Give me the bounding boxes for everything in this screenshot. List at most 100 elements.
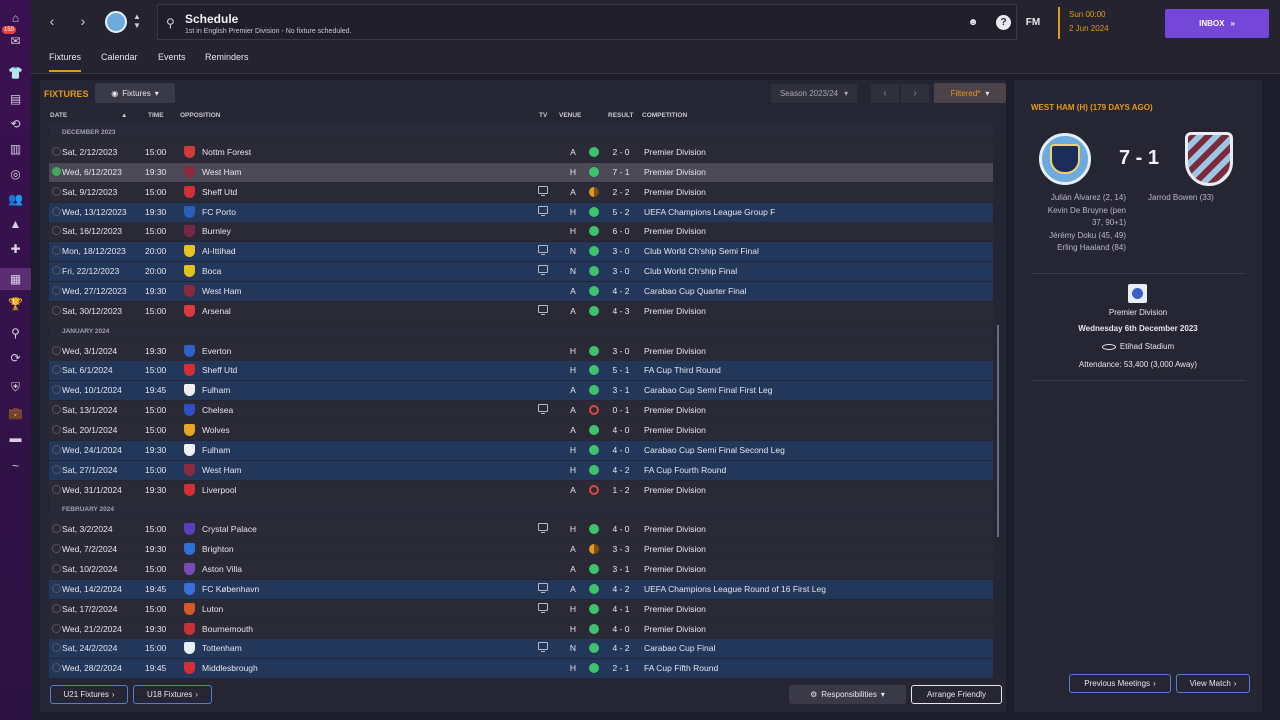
fixture-competition[interactable]: Carabao Cup Semi Final First Leg: [644, 385, 773, 395]
fixture-row[interactable]: Sat, 30/12/2023 15:00 Arsenal A 4 - 3 Premier…: [49, 301, 993, 321]
fixture-competition[interactable]: Premier Division: [644, 226, 706, 236]
fixture-row[interactable]: Wed, 10/1/2024 19:45 Fulham A 3 - 1 Carabao C…: [49, 381, 993, 401]
column-time[interactable]: TIME: [148, 112, 164, 119]
row-select-checkbox[interactable]: [52, 186, 61, 196]
opponent-crest-icon[interactable]: [184, 582, 195, 595]
responsibilities-button[interactable]: ⚙ Responsibilities ▾: [789, 685, 906, 704]
opponent-name[interactable]: West Ham: [202, 167, 242, 177]
away-team-crest[interactable]: [1185, 132, 1233, 186]
title-search-bar[interactable]: ⚲ Schedule 1st in English Premier Divisi…: [157, 4, 1017, 40]
medical-icon[interactable]: ✚: [0, 238, 31, 260]
opponent-crest-icon[interactable]: [184, 245, 195, 258]
row-select-checkbox[interactable]: [52, 623, 61, 633]
opponent-name[interactable]: Arsenal: [202, 306, 231, 316]
next-season-button[interactable]: ›: [901, 84, 929, 103]
fixture-row[interactable]: Sat, 16/12/2023 15:00 Burnley H 6 - 0 Premier…: [49, 222, 993, 242]
fixture-result[interactable]: 3 - 1: [610, 385, 632, 395]
row-select-checkbox[interactable]: [52, 643, 61, 653]
u18-fixtures-button[interactable]: U18 Fixtures ›: [133, 685, 212, 704]
row-select-checkbox[interactable]: [52, 405, 61, 415]
fixture-competition[interactable]: Premier Division: [644, 306, 706, 316]
fixture-competition[interactable]: Premier Division: [644, 167, 706, 177]
fixtures-view-dropdown[interactable]: ◉ Fixtures ▾: [95, 83, 175, 103]
filter-dropdown[interactable]: Filtered* ▾: [934, 83, 1006, 103]
row-select-checkbox[interactable]: [52, 484, 61, 494]
scouting-icon[interactable]: ◎: [0, 163, 31, 185]
opponent-name[interactable]: Sheff Utd: [202, 187, 237, 197]
fixture-row[interactable]: Sat, 6/1/2024 15:00 Sheff Utd H 5 - 1 FA Cup …: [49, 361, 993, 381]
dev-centre-icon[interactable]: ▬: [0, 427, 31, 449]
row-select-checkbox[interactable]: [52, 246, 61, 256]
opponent-name[interactable]: Burnley: [202, 226, 231, 236]
game-date[interactable]: Sun 00:00 2 Jun 2024: [1058, 7, 1148, 39]
tab-calendar[interactable]: Calendar: [101, 52, 138, 70]
opponent-name[interactable]: Fulham: [202, 445, 230, 455]
fixture-competition[interactable]: UEFA Champions League Round of 16 First …: [644, 584, 826, 594]
fixture-row[interactable]: Fri, 22/12/2023 20:00 Boca N 3 - 0 Club World…: [49, 262, 993, 282]
opponent-crest-icon[interactable]: [184, 423, 195, 436]
more-icon[interactable]: ~: [0, 455, 31, 477]
row-select-checkbox[interactable]: [52, 464, 61, 474]
row-select-checkbox[interactable]: [52, 365, 61, 375]
opponent-name[interactable]: Tottenham: [202, 643, 242, 653]
opponent-crest-icon[interactable]: [184, 384, 195, 397]
fixture-row[interactable]: Sat, 9/12/2023 15:00 Sheff Utd A 2 - 2 Premie…: [49, 182, 993, 202]
fixture-result[interactable]: 7 - 1: [610, 167, 632, 177]
opponent-crest-icon[interactable]: [184, 642, 195, 655]
fixture-result[interactable]: 3 - 0: [610, 246, 632, 256]
row-select-checkbox[interactable]: [52, 564, 61, 574]
inbox-icon[interactable]: ✉ 150: [0, 26, 31, 52]
fixture-result[interactable]: 3 - 1: [610, 564, 632, 574]
opponent-name[interactable]: FC Porto: [202, 207, 236, 217]
fixture-row[interactable]: Wed, 21/2/2024 19:30 Bournemouth H 4 - 0 Prem…: [49, 619, 993, 639]
column-date[interactable]: DATE ▲: [50, 112, 127, 119]
opponent-name[interactable]: Brighton: [202, 544, 234, 554]
fixture-result[interactable]: 4 - 0: [610, 425, 632, 435]
fixture-result[interactable]: 4 - 3: [610, 306, 632, 316]
row-select-checkbox[interactable]: [52, 305, 61, 315]
fixture-row[interactable]: Sat, 24/2/2024 15:00 Tottenham N 4 - 2 Caraba…: [49, 639, 993, 659]
fixture-competition[interactable]: Club World Ch'ship Final: [644, 266, 737, 276]
opponent-crest-icon[interactable]: [184, 146, 195, 158]
opponent-crest-icon[interactable]: [184, 622, 195, 635]
opponent-name[interactable]: FC København: [202, 584, 259, 594]
fixture-row[interactable]: Sat, 10/2/2024 15:00 Aston Villa A 3 - 1 Prem…: [49, 560, 993, 580]
opponent-crest-icon[interactable]: [184, 523, 195, 536]
fixture-row[interactable]: Wed, 27/12/2023 19:30 West Ham A 4 - 2 Caraba…: [49, 281, 993, 301]
tab-reminders[interactable]: Reminders: [205, 52, 249, 70]
fixture-row[interactable]: Wed, 24/1/2024 19:30 Fulham H 4 - 0 Carabao C…: [49, 440, 993, 460]
fixture-result[interactable]: 4 - 2: [610, 286, 632, 296]
fm-menu-button[interactable]: FM: [1024, 13, 1042, 31]
fixture-result[interactable]: 2 - 0: [610, 147, 632, 157]
fixture-result[interactable]: 2 - 2: [610, 187, 632, 197]
opponent-name[interactable]: Middlesbrough: [202, 663, 258, 673]
row-select-checkbox[interactable]: [52, 226, 61, 236]
view-match-button[interactable]: View Match ›: [1176, 674, 1250, 693]
fixture-result[interactable]: 0 - 1: [610, 405, 632, 415]
fixture-result[interactable]: 4 - 1: [610, 604, 632, 614]
row-select-checkbox[interactable]: [52, 206, 61, 216]
fixture-row[interactable]: Mon, 18/12/2023 20:00 Al-Ittihad N 3 - 0 Club…: [49, 242, 993, 262]
fixture-result[interactable]: 6 - 0: [610, 226, 632, 236]
row-select-checkbox[interactable]: [52, 147, 61, 156]
fixture-row[interactable]: Wed, 3/1/2024 19:30 Everton H 3 - 0 Premier D…: [49, 341, 993, 361]
opponent-crest-icon[interactable]: [184, 225, 195, 238]
row-select-checkbox[interactable]: [52, 285, 61, 295]
row-select-checkbox[interactable]: [52, 583, 61, 593]
row-select-checkbox[interactable]: [52, 524, 61, 534]
competition-logo-icon[interactable]: [1128, 284, 1147, 303]
previous-meetings-button[interactable]: Previous Meetings ›: [1069, 674, 1171, 693]
fixture-competition[interactable]: Premier Division: [644, 624, 706, 634]
row-select-checkbox[interactable]: [52, 544, 61, 554]
tactics-icon[interactable]: ▤: [0, 88, 31, 110]
opponent-name[interactable]: Liverpool: [202, 485, 237, 495]
fixture-competition[interactable]: Premier Division: [644, 346, 706, 356]
row-select-checkbox[interactable]: [52, 385, 61, 395]
fixture-competition[interactable]: Premier Division: [644, 147, 706, 157]
search-icon[interactable]: ⚲: [0, 322, 31, 344]
column-tv[interactable]: TV: [539, 112, 547, 119]
club-crest-icon[interactable]: [105, 11, 127, 33]
fixture-row[interactable]: Wed, 13/12/2023 19:30 FC Porto H 5 - 2 UEFA C…: [49, 202, 993, 222]
opponent-crest-icon[interactable]: [184, 602, 195, 615]
column-venue[interactable]: VENUE: [559, 112, 581, 119]
